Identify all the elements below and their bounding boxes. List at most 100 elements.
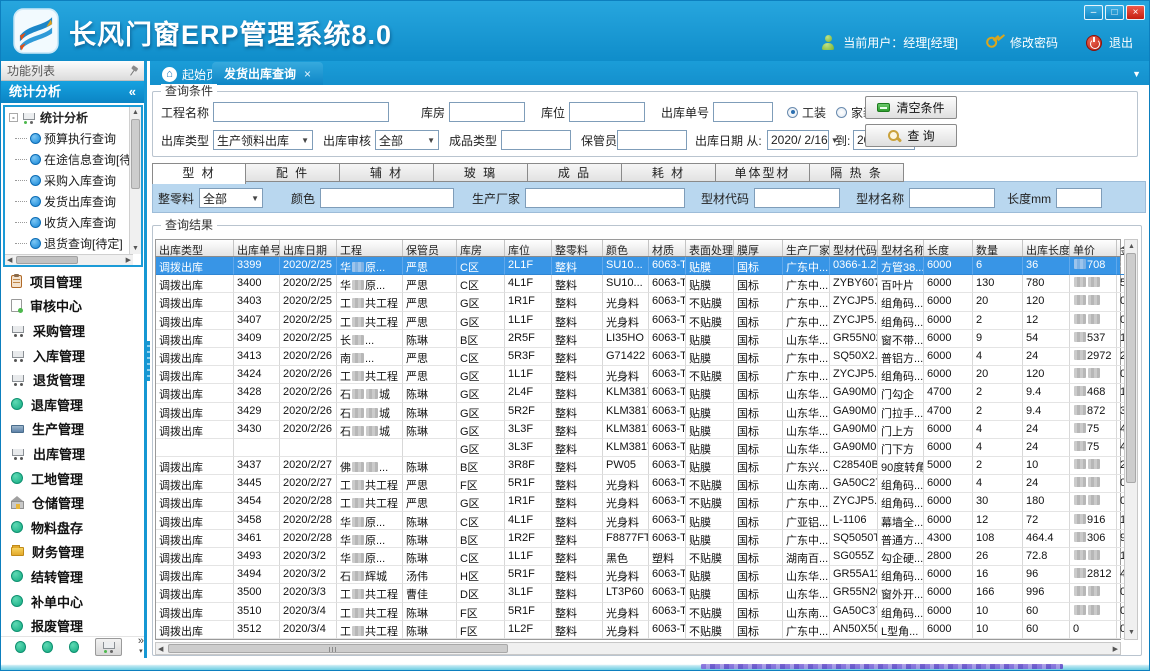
column-header-出库单号[interactable]: 出库单号 <box>234 240 280 256</box>
shortcut-dot-icon[interactable] <box>42 641 53 653</box>
sidebar-item-审核中心[interactable]: 审核中心 <box>1 294 144 319</box>
shortcut-dot-icon[interactable] <box>69 641 80 653</box>
date-from-select[interactable]: 2020/ 2/16▼ <box>767 130 829 150</box>
table-row[interactable]: 调拨出库34032020/2/25工共工程严思G区1R1F整料光身料6063-T… <box>156 293 1120 311</box>
column-header-生产厂家[interactable]: 生产厂家 <box>783 240 830 256</box>
material-tab-隔热条[interactable]: 隔 热 条 <box>810 163 904 182</box>
sidebar-item-退货管理[interactable]: 退货管理 <box>1 367 144 392</box>
shortcut-dot-icon[interactable] <box>15 641 26 653</box>
filter-input-颜色[interactable] <box>320 188 454 208</box>
tree-expander-icon[interactable]: - <box>9 113 18 122</box>
material-tab-成品[interactable]: 成 品 <box>528 163 622 182</box>
table-row[interactable]: 调拨出库35002020/3/3工共工程曹佳D区3L1F整料LT3P606063… <box>156 584 1120 602</box>
filter-input-型材名称[interactable] <box>909 188 995 208</box>
column-header-型材名称[interactable]: 型材名称 <box>878 240 924 256</box>
scroll-thumb[interactable] <box>168 644 508 653</box>
sidebar-item-采购管理[interactable]: 采购管理 <box>1 318 144 343</box>
filter-select-整零料[interactable]: 全部▼ <box>199 188 263 208</box>
sidebar-item-财务管理[interactable]: 财务管理 <box>1 540 144 565</box>
table-row[interactable]: 调拨出库34942020/3/2石辉城汤伟H区5R1F整料光身料6063-T5贴… <box>156 566 1120 584</box>
table-row[interactable]: 调拨出库34282020/2/26石城陈琳G区2L4F整料KLM38176063… <box>156 384 1120 402</box>
sidebar-item-项目管理[interactable]: 项目管理 <box>1 269 144 294</box>
sidebar-item-报废管理[interactable]: 报废管理 <box>1 613 144 638</box>
tab-close-icon[interactable]: × <box>304 67 311 81</box>
material-tab-玻璃[interactable]: 玻 璃 <box>434 163 528 182</box>
tree-item[interactable]: 退货查询[待定] <box>5 233 141 254</box>
more-button[interactable]: »▾ <box>138 637 144 656</box>
tab-list-dropdown-icon[interactable]: ▼ <box>1132 69 1141 79</box>
table-row[interactable]: 调拨出库34002020/2/25华原...严思C区4L1F整料SU10...6… <box>156 275 1120 293</box>
close-button[interactable]: × <box>1126 5 1145 20</box>
table-row[interactable]: 调拨出库34072020/2/25工共工程严思G区1L1F整料光身料6063-T… <box>156 312 1120 330</box>
tree-item[interactable]: 采购入库查询 <box>5 170 141 191</box>
table-row[interactable]: 调拨出库34612020/2/28华原...陈琳B区1R2F整料F8877FT6… <box>156 530 1120 548</box>
table-row[interactable]: 调拨出库34092020/2/25长...陈琳B区2R5F整料LI35HO606… <box>156 330 1120 348</box>
material-tab-耗材[interactable]: 耗 材 <box>622 163 716 182</box>
column-header-工程[interactable]: 工程 <box>337 240 403 256</box>
table-row[interactable]: 调拨出库34372020/2/27佛...陈琳B区3R8F整料PW056063-… <box>156 457 1120 475</box>
table-row[interactable]: 调拨出库34582020/2/28华原...陈琳C区4L1F整料光身料6063-… <box>156 512 1120 530</box>
column-header-保管员[interactable]: 保管员 <box>403 240 457 256</box>
sidebar-item-出库管理[interactable]: 出库管理 <box>1 441 144 466</box>
search-button[interactable]: 查 询 <box>865 124 957 147</box>
tree-horizontal-scrollbar[interactable]: ◀ ▶ <box>5 254 133 265</box>
sidebar-item-工地管理[interactable]: 工地管理 <box>1 466 144 491</box>
scroll-thumb[interactable] <box>131 119 140 189</box>
order-no-input[interactable] <box>713 102 773 122</box>
filter-input-生产厂家[interactable] <box>525 188 685 208</box>
keeper-input[interactable] <box>617 130 687 150</box>
material-tab-辅材[interactable]: 辅 材 <box>340 163 434 182</box>
material-tab-单体型材[interactable]: 单体型材 <box>716 163 810 182</box>
tree-root[interactable]: - 统计分析 <box>5 107 141 128</box>
stats-section-header[interactable]: 统计分析 « <box>1 81 144 103</box>
tree-item[interactable]: 收货入库查询 <box>5 212 141 233</box>
table-row[interactable]: 调拨出库34242020/2/26工共工程严思G区1L1F整料光身料6063-T… <box>156 366 1120 384</box>
sidebar-item-入库管理[interactable]: 入库管理 <box>1 343 144 368</box>
change-password-button[interactable]: 修改密码 <box>1010 34 1058 51</box>
column-header-长度[interactable]: 长度 <box>924 240 973 256</box>
cart-toolbar-button[interactable] <box>95 638 122 656</box>
logout-button[interactable]: 退出 <box>1109 34 1133 51</box>
sidebar-item-生产管理[interactable]: 生产管理 <box>1 417 144 442</box>
project-name-input[interactable] <box>213 102 389 122</box>
column-header-材质[interactable]: 材质 <box>649 240 686 256</box>
audit-select[interactable]: 全部▼ <box>375 130 439 150</box>
table-row[interactable]: 调拨出库34542020/2/28工共工程严思G区1R1F整料光身料6063-T… <box>156 493 1120 511</box>
column-header-出库类型[interactable]: 出库类型 <box>156 240 234 256</box>
table-row[interactable]: 调拨出库34932020/3/2华原...陈琳C区1L1F整料黑色塑料不贴膜国标… <box>156 548 1120 566</box>
column-header-颜色[interactable]: 颜色 <box>603 240 649 256</box>
column-header-单价[interactable]: 单价 <box>1070 240 1117 256</box>
clear-conditions-button[interactable]: 清空条件 <box>865 96 957 119</box>
scroll-thumb[interactable] <box>1126 253 1136 483</box>
column-header-出库长度[interactable]: 出库长度 <box>1023 240 1070 256</box>
tree-item[interactable]: 预算执行查询 <box>5 128 141 149</box>
table-row[interactable]: 调拨出库35102020/3/4工共工程陈琳F区5R1F整料光身料6063-T5… <box>156 603 1120 621</box>
material-tab-配件[interactable]: 配 件 <box>246 163 340 182</box>
tab-shipment-outbound-query[interactable]: 发货出库查询 × <box>212 62 323 85</box>
product-type-input[interactable] <box>501 130 571 150</box>
table-row[interactable]: G区3L3F整料KLM38176063-T5贴膜国标山东华...GA90M09.… <box>156 439 1120 457</box>
sidebar-item-补单中心[interactable]: 补单中心 <box>1 589 144 614</box>
pin-icon[interactable] <box>125 63 140 79</box>
grid-horizontal-scrollbar[interactable]: ◀ ▶ <box>155 642 1121 655</box>
filter-input-型材代码[interactable] <box>754 188 840 208</box>
out-type-select[interactable]: 生产领料出库▼ <box>213 130 313 150</box>
table-row[interactable]: 调拨出库34452020/2/27工共工程严思F区5R1F整料光身料6063-T… <box>156 475 1120 493</box>
column-header-整零料[interactable]: 整零料 <box>552 240 603 256</box>
table-row[interactable]: 调拨出库35122020/3/4工共工程陈琳F区1L2F整料光身料6063-T5… <box>156 621 1120 639</box>
column-header-表面处理[interactable]: 表面处理 <box>686 240 734 256</box>
sidebar-item-仓储管理[interactable]: 仓储管理 <box>1 490 144 515</box>
material-tab-型材[interactable]: 型 材 <box>152 163 246 184</box>
minimize-button[interactable]: – <box>1084 5 1103 20</box>
column-header-库位[interactable]: 库位 <box>505 240 552 256</box>
collapse-icon[interactable]: « <box>129 81 136 103</box>
column-header-型材代码[interactable]: 型材代码 <box>830 240 878 256</box>
sidebar-item-物料盘存[interactable]: 物料盘存 <box>1 515 144 540</box>
column-header-膜厚[interactable]: 膜厚 <box>734 240 783 256</box>
radio-gongzhuang[interactable]: 工装 <box>787 104 826 121</box>
tree-item[interactable]: 发货出库查询 <box>5 191 141 212</box>
table-row[interactable]: 调拨出库34292020/2/26石城陈琳G区5R2F整料KLM38176063… <box>156 403 1120 421</box>
table-row[interactable]: 调拨出库33992020/2/25华原...严思C区2L1F整料SU10...6… <box>156 257 1120 275</box>
grid-vertical-scrollbar[interactable]: ▲ ▼ <box>1124 239 1138 640</box>
table-row[interactable]: 调拨出库34132020/2/26南...严思C区5R3F整料G71422606… <box>156 348 1120 366</box>
